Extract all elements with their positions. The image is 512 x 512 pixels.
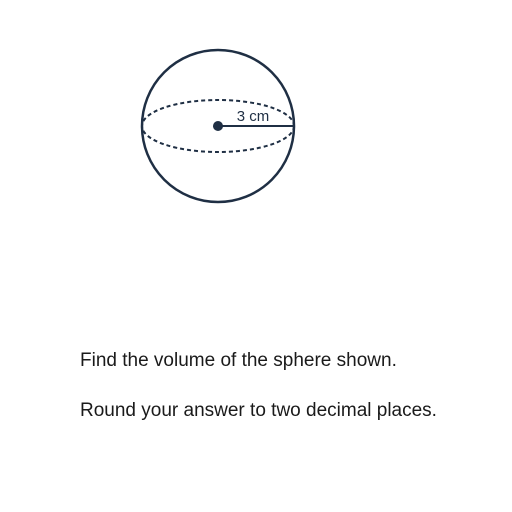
radius-label: 3 cm <box>237 108 270 125</box>
rounding-instruction: Round your answer to two decimal places. <box>80 400 437 421</box>
center-point <box>213 121 223 131</box>
sphere-diagram: 3 cm <box>140 48 296 204</box>
question-prompt: Find the volume of the sphere shown. <box>80 350 397 371</box>
